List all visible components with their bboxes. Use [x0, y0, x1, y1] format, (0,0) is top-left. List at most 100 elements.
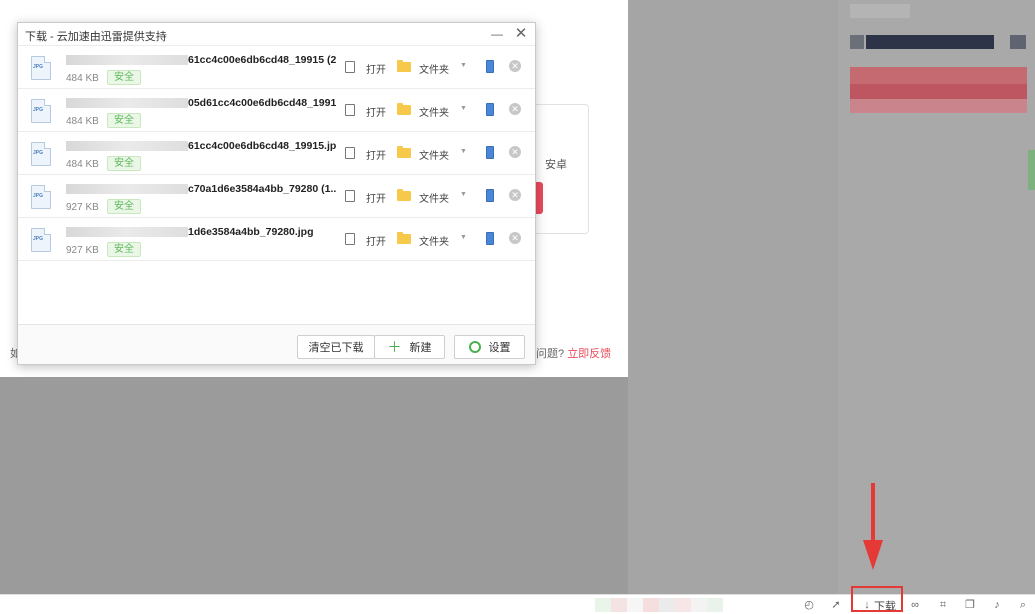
- file-name: c70a1d6e3584a4bb_79280 (1...: [66, 183, 336, 195]
- chevron-down-icon[interactable]: ▼: [460, 191, 467, 198]
- folder-icon[interactable]: [397, 189, 411, 201]
- blurred-block: [850, 84, 1027, 99]
- safe-badge: 安全: [107, 242, 141, 257]
- send-to-phone-icon[interactable]: [486, 146, 494, 159]
- redacted-name: [66, 227, 188, 238]
- file-size: 484 KB: [66, 116, 99, 127]
- download-row[interactable]: JPG 1d6e3584a4bb_79280.jpg 927 KB 安全 打开 …: [18, 217, 535, 261]
- folder-icon[interactable]: [397, 232, 411, 244]
- folder-icon[interactable]: [397, 103, 411, 115]
- file-type-tag: JPG: [33, 64, 44, 70]
- file-name-text: 61cc4c00e6db6cd48_19915.jpg: [188, 140, 336, 152]
- settings-button[interactable]: 设置: [454, 335, 525, 359]
- delete-icon[interactable]: ✕: [509, 60, 521, 72]
- chevron-down-icon[interactable]: ▼: [460, 234, 467, 241]
- speaker-icon[interactable]: ♪: [990, 599, 1004, 612]
- folder-icon[interactable]: [397, 146, 411, 158]
- open-button[interactable]: 打开: [366, 147, 386, 162]
- file-name-text: 05d61cc4c00e6db6cd48_19915 (1...: [188, 97, 336, 109]
- screenshot-icon[interactable]: ⌗: [936, 599, 950, 612]
- jpg-file-icon: JPG: [31, 99, 51, 123]
- history-icon[interactable]: ◴: [802, 599, 816, 612]
- folder-icon[interactable]: [397, 60, 411, 72]
- blurred-block: [1010, 35, 1026, 49]
- feedback-prefix: 问题?: [536, 348, 565, 360]
- download-row[interactable]: JPG 61cc4c00e6db6cd48_19915 (2... 484 KB…: [18, 45, 535, 89]
- settings-label: 设置: [488, 342, 511, 354]
- file-name: 05d61cc4c00e6db6cd48_19915 (1...: [66, 97, 336, 109]
- minimize-icon[interactable]: —: [490, 26, 504, 42]
- open-button[interactable]: 打开: [366, 233, 386, 248]
- chevron-down-icon[interactable]: ▼: [460, 62, 467, 69]
- file-size: 927 KB: [66, 245, 99, 256]
- folder-button[interactable]: 文件夹: [419, 104, 449, 119]
- file-open-icon[interactable]: [345, 233, 355, 245]
- chevron-down-icon[interactable]: ▼: [460, 148, 467, 155]
- file-type-tag: JPG: [33, 236, 44, 242]
- chevron-down-icon[interactable]: ▼: [460, 105, 467, 112]
- open-button[interactable]: 打开: [366, 61, 386, 76]
- jpg-file-icon: JPG: [31, 56, 51, 80]
- close-icon[interactable]: ✕: [513, 25, 529, 43]
- file-open-icon[interactable]: [345, 61, 355, 73]
- safe-badge: 安全: [107, 156, 141, 171]
- send-to-phone-icon[interactable]: [486, 60, 494, 73]
- clear-downloaded-label: 清空已下载: [308, 342, 364, 354]
- open-button[interactable]: 打开: [366, 104, 386, 119]
- safe-badge: 安全: [107, 113, 141, 128]
- delete-icon[interactable]: ✕: [509, 232, 521, 244]
- folder-button[interactable]: 文件夹: [419, 233, 449, 248]
- download-row[interactable]: JPG 05d61cc4c00e6db6cd48_19915 (1... 484…: [18, 88, 535, 132]
- rocket-icon[interactable]: ➚: [829, 599, 843, 612]
- redacted-name: [66, 55, 188, 66]
- dialog-footer: 清空已下载 ＋ 新建 设置: [18, 324, 535, 364]
- file-type-tag: JPG: [33, 150, 44, 156]
- statusbar-download-button[interactable]: [851, 586, 903, 612]
- clear-downloaded-button[interactable]: 清空已下载: [297, 335, 375, 359]
- glasses-icon[interactable]: ∞: [908, 599, 922, 612]
- red-arrow-annotation: [871, 483, 875, 541]
- plus-icon: ＋: [387, 339, 402, 355]
- file-name: 61cc4c00e6db6cd48_19915 (2...: [66, 54, 336, 66]
- folder-button[interactable]: 文件夹: [419, 147, 449, 162]
- gear-icon: [468, 341, 481, 353]
- file-open-icon[interactable]: [345, 104, 355, 116]
- redacted-name: [66, 141, 188, 152]
- file-open-icon[interactable]: [345, 147, 355, 159]
- search-icon[interactable]: ⌕: [1016, 599, 1030, 612]
- file-open-icon[interactable]: [345, 190, 355, 202]
- blurred-block: [850, 99, 1027, 113]
- download-row[interactable]: JPG c70a1d6e3584a4bb_79280 (1... 927 KB …: [18, 174, 535, 218]
- open-button[interactable]: 打开: [366, 190, 386, 205]
- background-right-strip: [838, 0, 1035, 594]
- jpg-file-icon: JPG: [31, 185, 51, 209]
- red-arrow-head: [863, 540, 883, 570]
- download-row[interactable]: JPG 61cc4c00e6db6cd48_19915.jpg 484 KB 安…: [18, 131, 535, 175]
- jpg-file-icon: JPG: [31, 228, 51, 252]
- jpg-file-icon: JPG: [31, 142, 51, 166]
- folder-button[interactable]: 文件夹: [419, 61, 449, 76]
- delete-icon[interactable]: ✕: [509, 146, 521, 158]
- file-size: 484 KB: [66, 73, 99, 84]
- send-to-phone-icon[interactable]: [486, 232, 494, 245]
- send-to-phone-icon[interactable]: [486, 189, 494, 202]
- folder-button[interactable]: 文件夹: [419, 190, 449, 205]
- send-to-phone-icon[interactable]: [486, 103, 494, 116]
- feedback-link[interactable]: 立即反馈: [567, 348, 611, 360]
- file-name: 1d6e3584a4bb_79280.jpg: [66, 226, 336, 238]
- file-size: 484 KB: [66, 159, 99, 170]
- dialog-title: 下载 - 云加速由迅雷提供支持: [25, 31, 167, 43]
- file-type-tag: JPG: [33, 193, 44, 199]
- redacted-name: [66, 98, 188, 109]
- blurred-status-area: [595, 598, 723, 612]
- blurred-block: [850, 35, 864, 49]
- file-name-text: c70a1d6e3584a4bb_79280 (1...: [188, 183, 336, 195]
- file-name-text: 61cc4c00e6db6cd48_19915 (2...: [188, 54, 336, 66]
- window-icon[interactable]: ❐: [963, 599, 977, 612]
- safe-badge: 安全: [107, 199, 141, 214]
- delete-icon[interactable]: ✕: [509, 189, 521, 201]
- new-download-button[interactable]: ＋ 新建: [374, 335, 445, 359]
- android-label: 安卓: [545, 159, 567, 171]
- file-size: 927 KB: [66, 202, 99, 213]
- delete-icon[interactable]: ✕: [509, 103, 521, 115]
